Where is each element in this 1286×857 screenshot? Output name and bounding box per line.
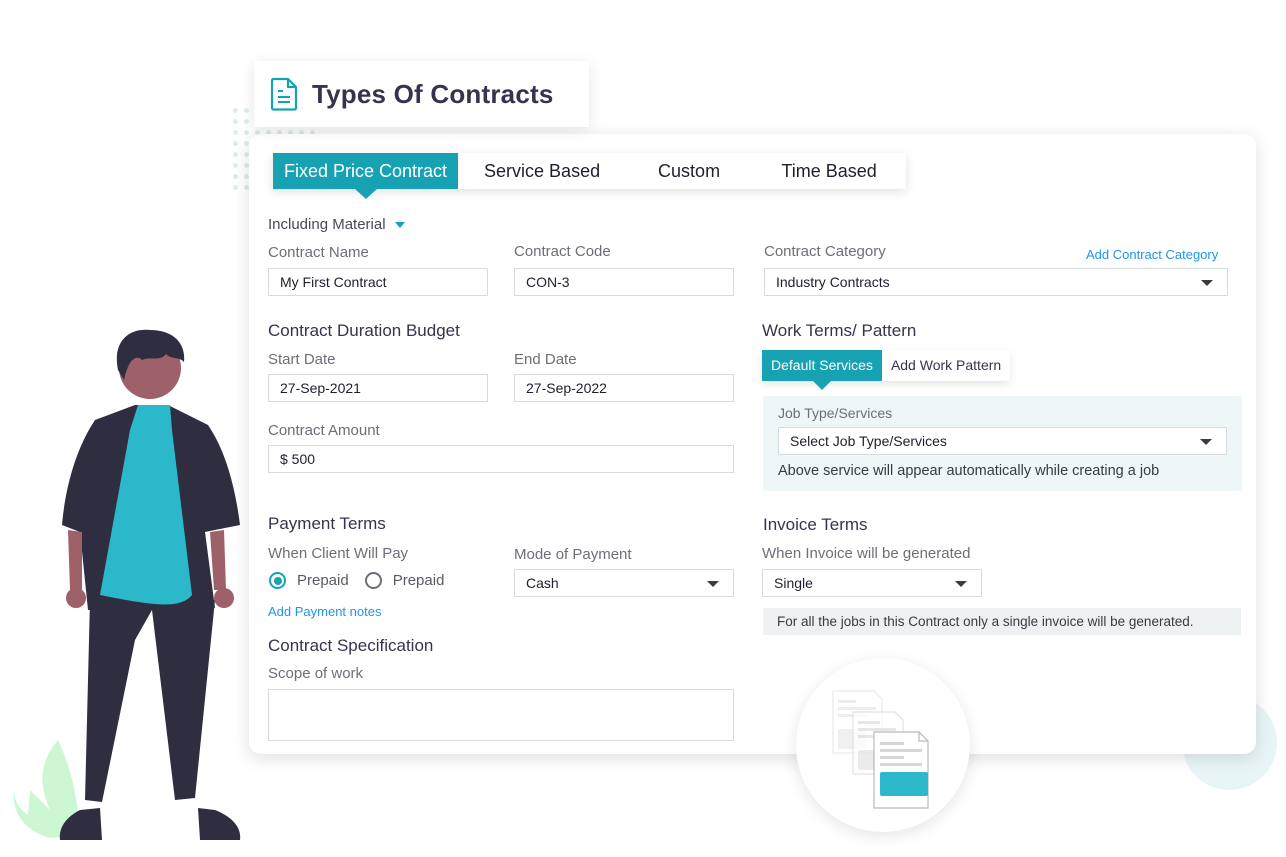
chevron-down-icon	[1201, 280, 1213, 286]
document-icon	[270, 77, 298, 111]
end-date-label: End Date	[514, 351, 577, 368]
caret-down-icon	[394, 221, 405, 228]
chevron-down-icon	[1200, 439, 1212, 445]
contract-code-input[interactable]: CON-3	[514, 268, 734, 296]
work-terms-heading: Work Terms/ Pattern	[762, 321, 917, 340]
person-illustration	[59, 329, 241, 840]
mode-of-payment-select[interactable]: Cash	[514, 569, 734, 597]
mode-of-payment-label: Mode of Payment	[514, 546, 632, 563]
payment-radio-group: Prepaid Prepaid	[269, 572, 444, 589]
invoice-when-label: When Invoice will be generated	[762, 545, 971, 562]
contract-amount-label: Contract Amount	[268, 422, 380, 439]
contract-amount-input[interactable]: $ 500	[268, 445, 734, 473]
when-client-pay-label: When Client Will Pay	[268, 545, 409, 562]
tab-time-based[interactable]: Time Based	[752, 153, 906, 189]
invoice-note: For all the jobs in this Contract only a…	[763, 608, 1241, 635]
job-type-label: Job Type/Services	[778, 405, 893, 421]
work-pattern-tabs: Default Services Add Work Pattern	[762, 350, 1011, 390]
prepaid-radio-1[interactable]	[269, 572, 286, 589]
job-type-hint: Above service will appear automatically …	[778, 463, 1160, 479]
chevron-down-icon	[955, 581, 967, 587]
start-date-input[interactable]: 27-Sep-2021	[268, 374, 488, 402]
including-material-label: Including Material	[268, 216, 386, 233]
payment-terms-heading: Payment Terms	[268, 514, 386, 533]
tab-custom[interactable]: Custom	[626, 153, 752, 189]
mode-of-payment-value: Cash	[526, 575, 559, 591]
tab-default-services[interactable]: Default Services	[762, 350, 882, 390]
invoice-value: Single	[774, 575, 813, 591]
tab-service-based[interactable]: Service Based	[458, 153, 626, 189]
end-date-input[interactable]: 27-Sep-2022	[514, 374, 734, 402]
scope-of-work-textarea[interactable]	[268, 689, 734, 741]
add-contract-category-link[interactable]: Add Contract Category	[1086, 247, 1218, 262]
job-type-value: Select Job Type/Services	[790, 433, 947, 449]
job-type-select[interactable]: Select Job Type/Services	[778, 427, 1227, 455]
invoice-select[interactable]: Single	[762, 569, 982, 597]
contract-category-label: Contract Category	[764, 243, 886, 260]
prepaid-radio-1-label: Prepaid	[297, 572, 349, 589]
prepaid-radio-2[interactable]	[364, 572, 382, 589]
add-payment-notes-link[interactable]: Add Payment notes	[268, 604, 381, 619]
documents-illustration	[796, 658, 970, 832]
contract-name-input[interactable]: My First Contract	[268, 268, 488, 296]
duration-heading: Contract Duration Budget	[268, 321, 460, 340]
scope-of-work-label: Scope of work	[268, 665, 364, 682]
chevron-down-icon	[707, 581, 719, 587]
page-title: Types Of Contracts	[312, 78, 554, 109]
contract-type-tabs: Fixed Price Contract Service Based Custo…	[273, 153, 907, 199]
including-material-dropdown[interactable]: Including Material	[268, 216, 405, 233]
tab-add-work-pattern[interactable]: Add Work Pattern	[882, 350, 1010, 381]
invoice-terms-heading: Invoice Terms	[763, 515, 868, 534]
start-date-label: Start Date	[268, 351, 336, 368]
contract-code-label: Contract Code	[514, 243, 611, 260]
contract-category-select[interactable]: Industry Contracts	[764, 268, 1228, 296]
specification-heading: Contract Specification	[268, 636, 434, 655]
documents-icon	[832, 690, 929, 809]
title-card: Types Of Contracts	[254, 61, 589, 127]
contract-name-label: Contract Name	[268, 244, 369, 261]
prepaid-radio-2-label: Prepaid	[392, 572, 445, 589]
tab-fixed-price-contract[interactable]: Fixed Price Contract	[273, 153, 459, 199]
contract-category-value: Industry Contracts	[776, 274, 890, 290]
